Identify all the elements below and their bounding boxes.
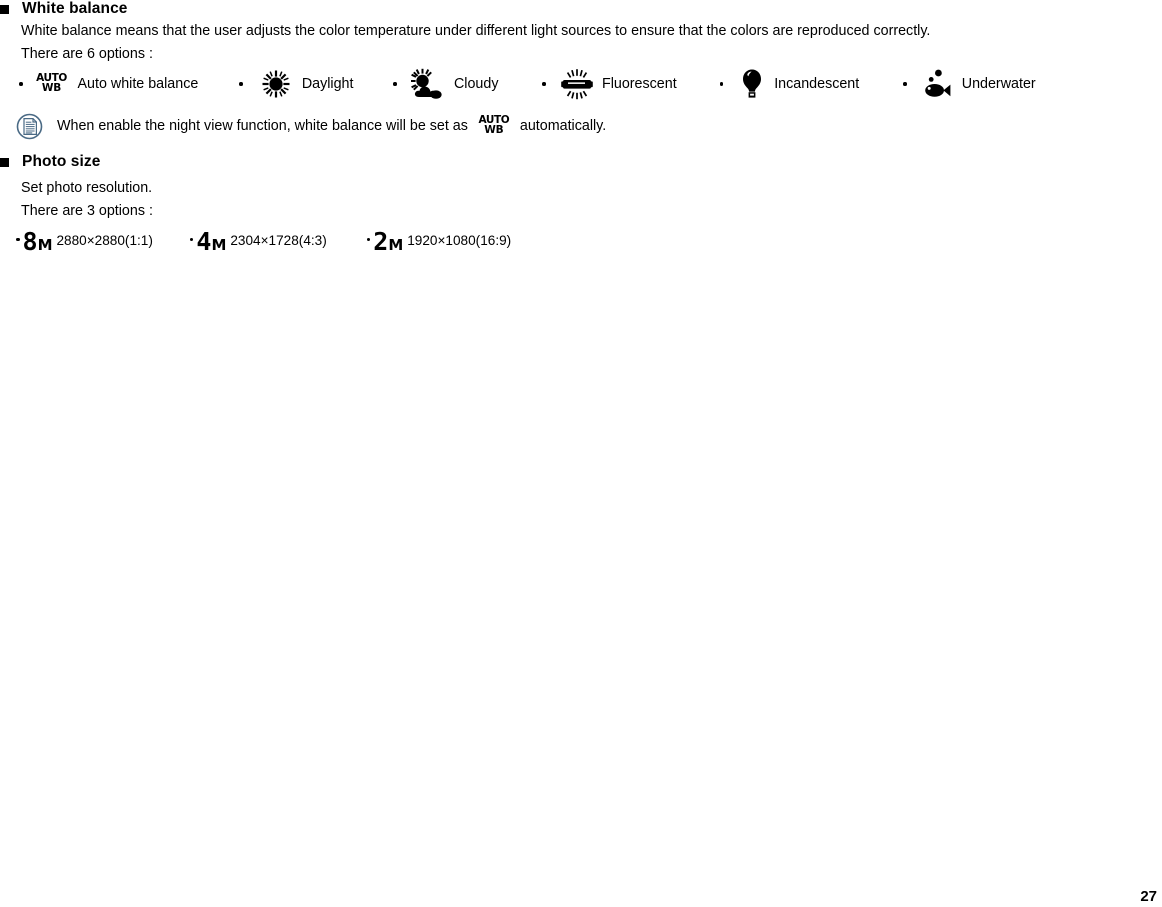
- white-balance-description: White balance means that the user adjust…: [21, 23, 931, 39]
- photo-size-label: 2304×1728(4:3): [230, 232, 327, 248]
- option-bullet-dot: [19, 82, 23, 86]
- note-text-after: automatically.: [519, 118, 607, 134]
- auto-white-balance-icon: AUTO WB: [478, 114, 510, 136]
- photo-size-options-intro: There are 3 options :: [21, 203, 153, 219]
- option-bullet-dot: [16, 237, 20, 242]
- option-bullet-dot: [366, 237, 371, 242]
- option-label: Incandescent: [774, 76, 860, 92]
- photo-size-description: Set photo resolution.: [21, 180, 153, 196]
- section-title: Photo size: [22, 153, 101, 170]
- option-auto-white-balance[interactable]: AUTO WB Auto white balance: [19, 72, 199, 94]
- cloudy-icon: [410, 68, 444, 100]
- white-balance-options-intro: There are 6 options :: [21, 46, 153, 62]
- photo-size-option-2m[interactable]: 2 M 1920×1080(16:9): [366, 227, 512, 256]
- page-number: 27: [1140, 888, 1157, 905]
- daylight-sun-icon: [261, 69, 291, 99]
- white-balance-options-row: AUTO WB Auto white balance Daylight Clou…: [19, 68, 1036, 100]
- section-heading-white-balance: White balance: [0, 0, 128, 18]
- photo-size-label: 2880×2880(1:1): [56, 232, 153, 248]
- option-label: Cloudy: [453, 76, 499, 92]
- option-label: Underwater: [961, 76, 1036, 92]
- note-document-icon: [16, 113, 43, 140]
- option-daylight[interactable]: Daylight: [239, 69, 353, 99]
- section-heading-photo-size: Photo size: [0, 153, 101, 171]
- option-incandescent[interactable]: Incandescent: [719, 68, 860, 100]
- option-cloudy[interactable]: Cloudy: [393, 68, 498, 100]
- note-text-before: When enable the night view function, whi…: [57, 118, 468, 134]
- underwater-fish-icon: [921, 68, 951, 100]
- photo-size-option-8m[interactable]: 8 M 2880×2880(1:1): [16, 229, 153, 254]
- section-title: White balance: [22, 0, 128, 17]
- option-bullet-dot: [239, 82, 243, 86]
- section-bullet-square: [0, 157, 9, 167]
- option-bullet-dot: [719, 82, 724, 86]
- option-bullet-dot: [903, 82, 907, 86]
- section-bullet-square: [0, 4, 9, 14]
- option-label: Auto white balance: [77, 76, 199, 92]
- manual-page: White balance White balance means that t…: [0, 0, 1162, 907]
- 2m-size-icon: 2 M: [373, 227, 404, 256]
- photo-size-label: 1920×1080(16:9): [407, 232, 512, 248]
- option-bullet-dot: [189, 237, 194, 242]
- option-fluorescent[interactable]: Fluorescent: [542, 68, 677, 100]
- incandescent-bulb-icon: [741, 68, 763, 100]
- auto-white-balance-icon: AUTO WB: [36, 72, 67, 94]
- photo-size-option-4m[interactable]: 4 M 2304×1728(4:3): [189, 227, 327, 256]
- fluorescent-tube-icon: [560, 68, 594, 100]
- photo-size-options-row: 8 M 2880×2880(1:1) 4 M 2304×1728(4:3) 2 …: [16, 224, 511, 254]
- white-balance-note: When enable the night view function, whi…: [16, 111, 606, 141]
- option-label: Daylight: [301, 76, 354, 92]
- option-bullet-dot: [542, 82, 546, 86]
- option-underwater[interactable]: Underwater: [903, 68, 1036, 100]
- option-label: Fluorescent: [601, 76, 677, 92]
- option-bullet-dot: [393, 82, 397, 86]
- 8m-size-icon: 8 M: [22, 227, 53, 256]
- 4m-size-icon: 4 M: [196, 227, 227, 256]
